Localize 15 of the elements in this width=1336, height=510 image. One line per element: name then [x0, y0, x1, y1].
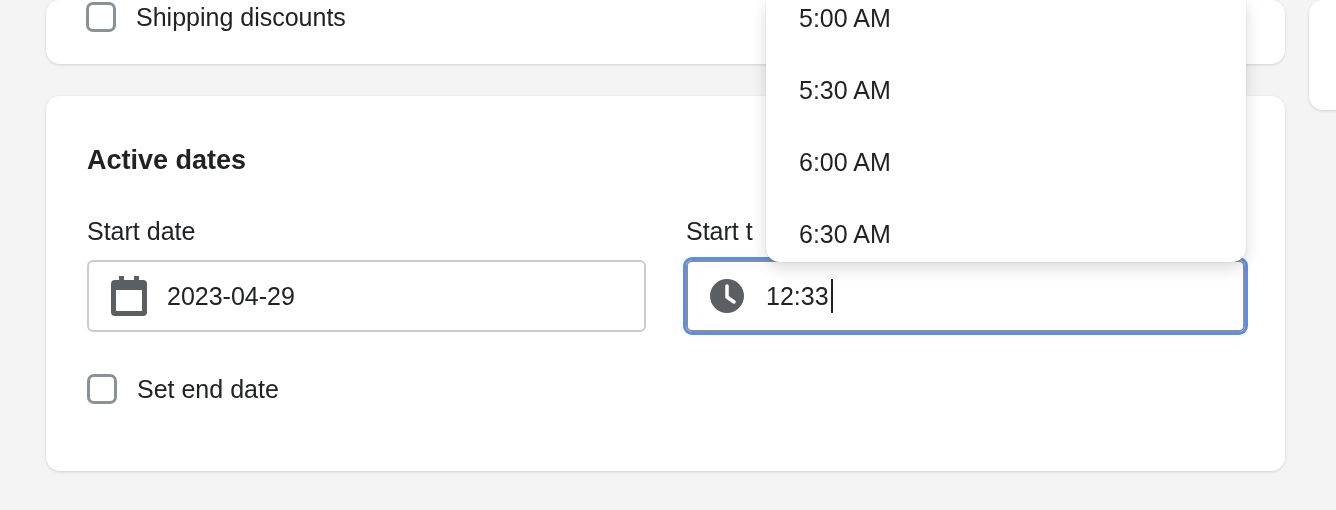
- time-option[interactable]: 6:00 AM: [766, 126, 1246, 198]
- time-option[interactable]: 5:30 AM: [766, 54, 1246, 126]
- checkbox[interactable]: [87, 374, 117, 404]
- time-field[interactable]: 12:33: [686, 260, 1245, 332]
- field-label: Start t: [686, 216, 753, 246]
- field-label: Start date: [87, 216, 196, 246]
- time-option[interactable]: 6:30 AM: [766, 198, 1246, 262]
- checkbox[interactable]: [86, 2, 116, 32]
- time-option[interactable]: 5:00 AM: [766, 0, 1246, 54]
- section-title: Active dates: [87, 144, 247, 177]
- checkbox-label: Set end date: [137, 374, 279, 404]
- calendar-icon: [111, 276, 147, 316]
- checkbox-label: Shipping discounts: [136, 2, 346, 32]
- clock-icon: [710, 279, 744, 313]
- date-field[interactable]: 2023-04-29: [87, 260, 646, 332]
